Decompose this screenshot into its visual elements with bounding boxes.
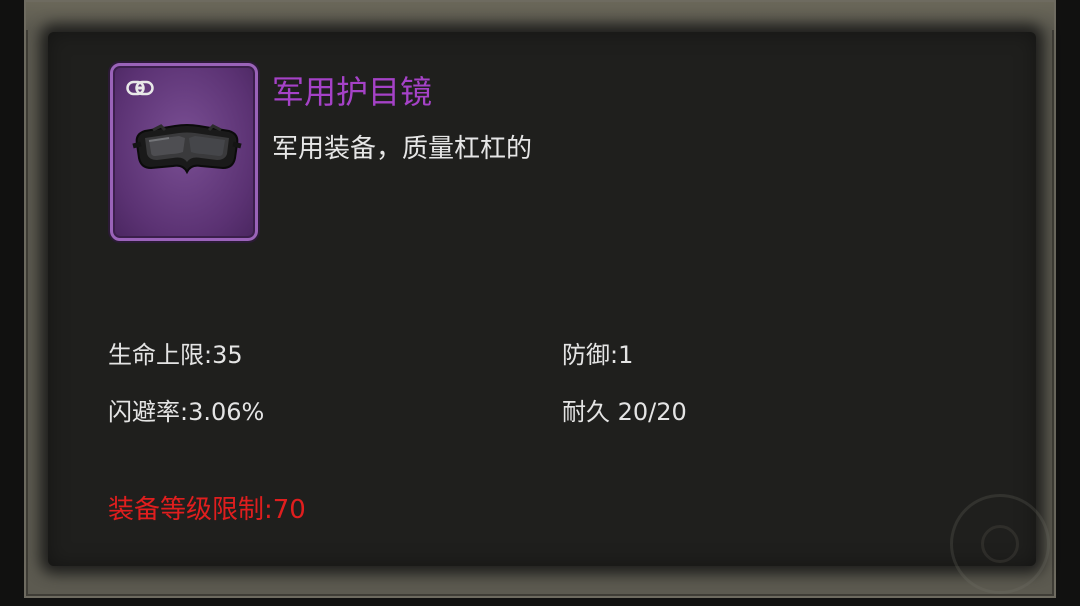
- stat-durability: 耐久 20/20: [562, 398, 687, 426]
- watermark-emblem-icon: [950, 494, 1050, 594]
- frame-top-border: [26, 2, 1054, 30]
- equip-level-requirement: 装备等级限制:70: [108, 495, 306, 525]
- stat-max-hp: 生命上限:35: [108, 341, 243, 369]
- stat-defense: 防御:1: [562, 341, 634, 369]
- item-name: 军用护目镜: [272, 73, 433, 111]
- chain-link-icon: [126, 80, 154, 96]
- item-icon-slot[interactable]: [110, 63, 258, 241]
- stat-dodge-rate: 闪避率:3.06%: [108, 398, 265, 426]
- item-description: 军用装备，质量杠杠的: [272, 134, 533, 164]
- military-goggles-icon: [132, 124, 242, 175]
